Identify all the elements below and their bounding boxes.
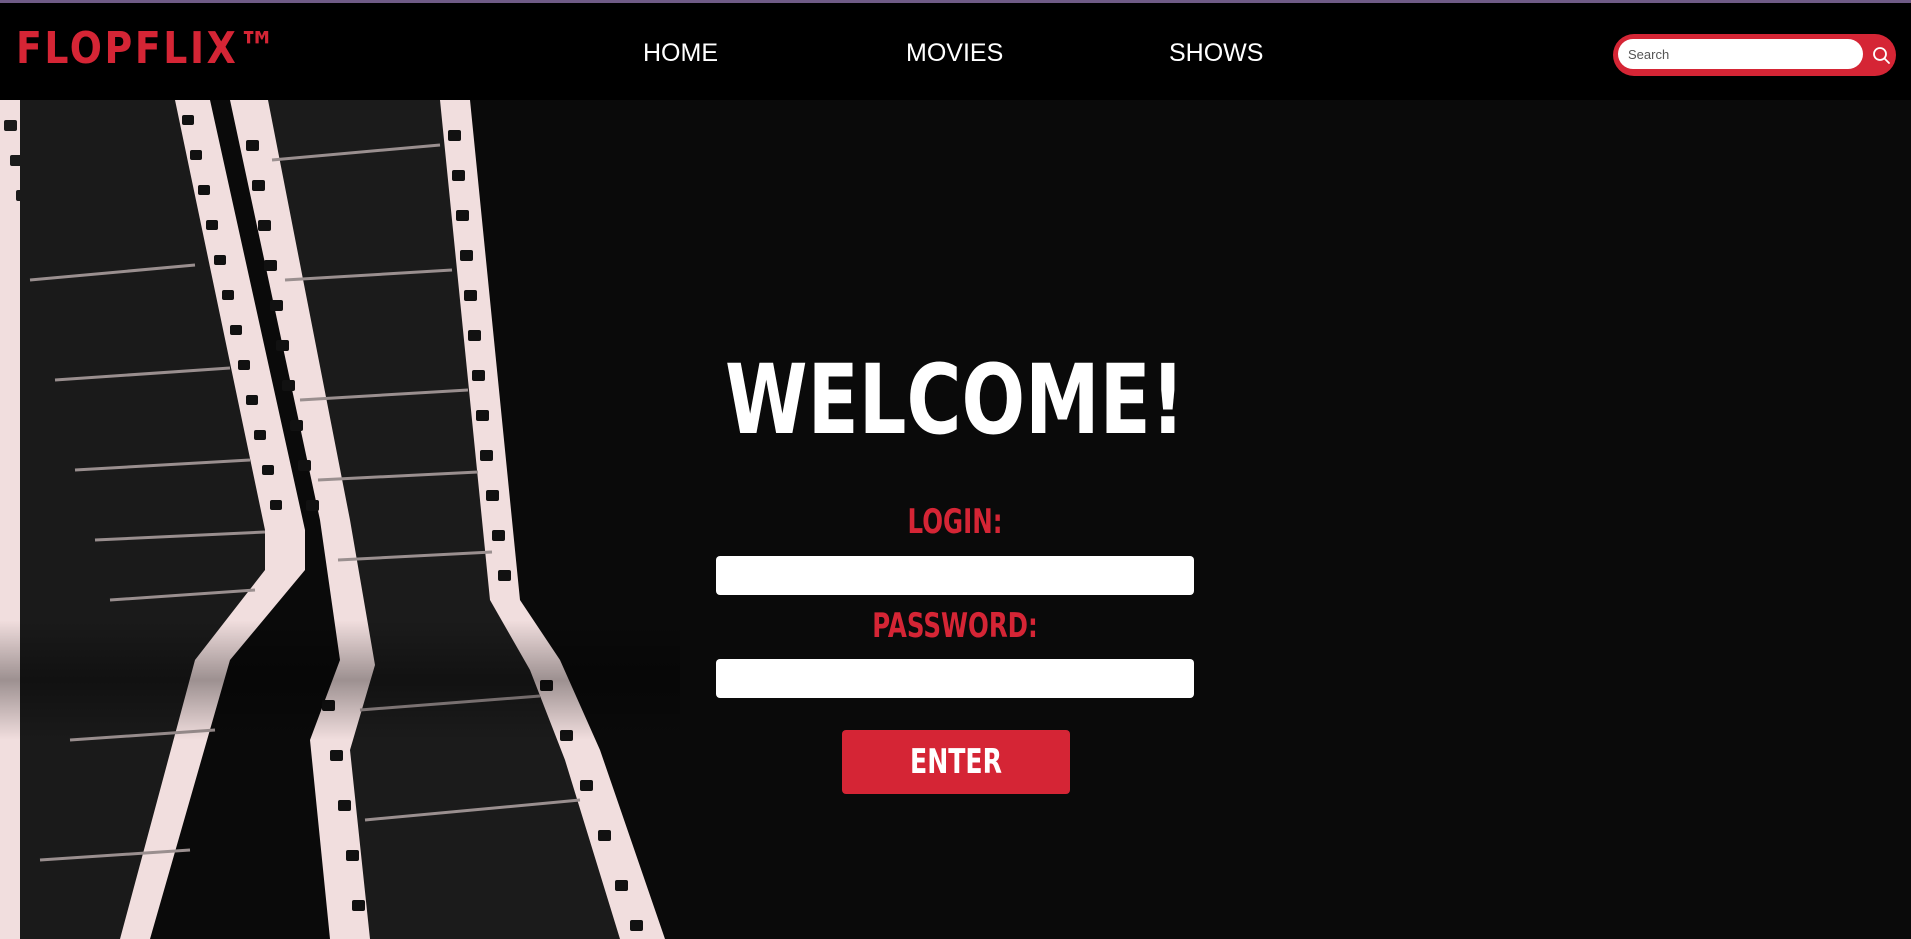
nav-link-movies[interactable]: MOVIES [906, 38, 1003, 68]
welcome-title: WELCOME! [725, 344, 1185, 456]
search-input[interactable] [1618, 39, 1863, 69]
password-label: PASSWORD: [872, 606, 1038, 646]
nav-link-shows[interactable]: SHOWS [1169, 38, 1263, 68]
nav-link-home[interactable]: HOME [643, 38, 718, 68]
film-strip-image [0, 100, 680, 939]
search-icon[interactable] [1870, 44, 1892, 66]
login-input[interactable] [716, 556, 1194, 595]
logo[interactable]: FLOPFLIX™ [16, 25, 279, 73]
search-bar [1613, 34, 1896, 76]
enter-button-label: ENTER [910, 742, 1002, 782]
enter-button[interactable]: ENTER [842, 730, 1070, 794]
navbar: FLOPFLIX™ HOME MOVIES SHOWS [0, 3, 1911, 100]
password-input[interactable] [716, 659, 1194, 698]
page: FLOPFLIX™ HOME MOVIES SHOWS Search WELCO… [0, 0, 1911, 939]
login-label: LOGIN: [907, 502, 1003, 542]
